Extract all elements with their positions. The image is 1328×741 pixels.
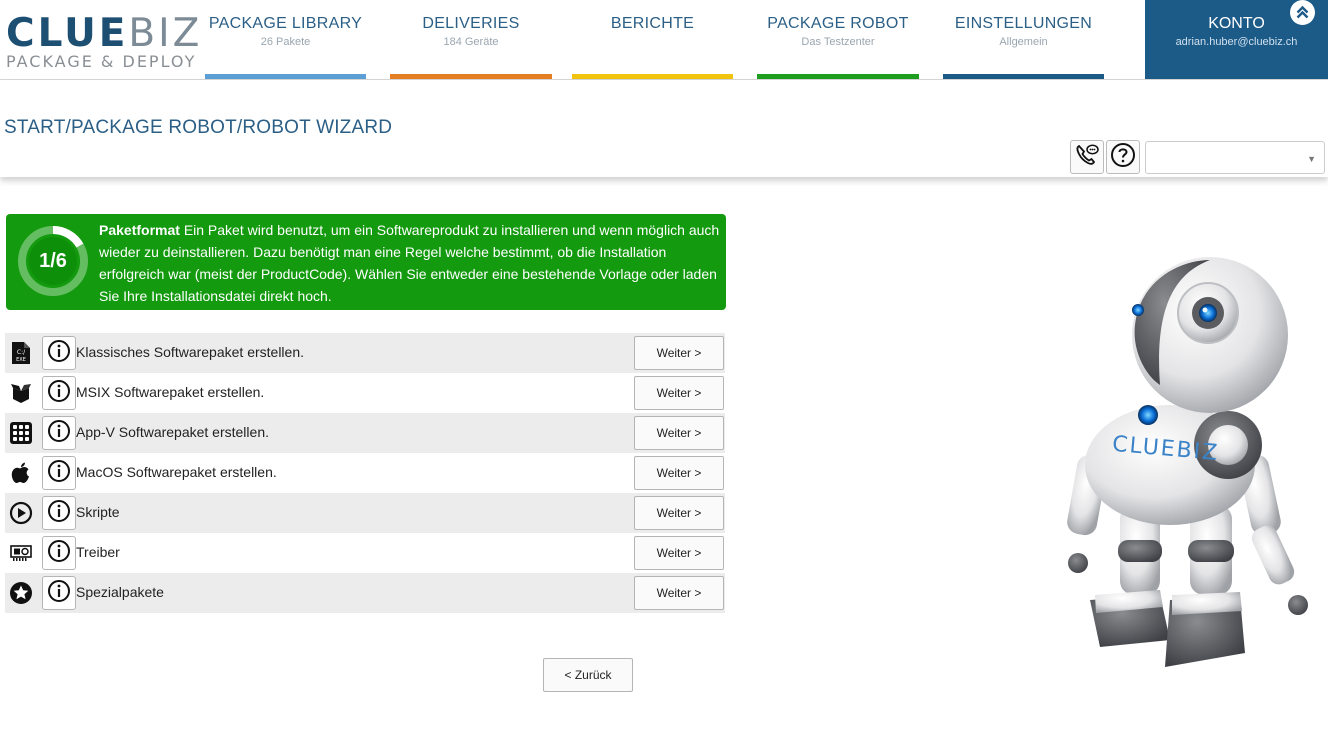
breadcrumb-bar: START/PACKAGE ROBOT/ROBOT WIZARD ▼ xyxy=(0,80,1328,177)
option-label: Treiber xyxy=(76,544,120,560)
nav-package-robot[interactable]: PACKAGE ROBOT Das Testzenter xyxy=(757,0,919,79)
info-circle-icon xyxy=(47,579,71,608)
breadcrumb: START/PACKAGE ROBOT/ROBOT WIZARD xyxy=(4,117,393,138)
nav-label: BERICHTE xyxy=(610,15,695,32)
option-label: MSIX Softwarepaket erstellen. xyxy=(76,384,265,400)
info-circle-icon xyxy=(47,539,71,568)
weiter-button[interactable]: Weiter > xyxy=(634,456,724,490)
list-item: Skripte Weiter > xyxy=(5,493,725,533)
option-label: Klassisches Softwarepaket erstellen. xyxy=(76,344,304,360)
info-circle-icon xyxy=(47,459,71,488)
nav-color-bar xyxy=(943,74,1104,79)
weiter-button[interactable]: Weiter > xyxy=(634,376,724,410)
nav-konto[interactable]: KONTO adrian.huber@cluebiz.ch xyxy=(1145,0,1328,79)
info-circle-icon xyxy=(47,379,71,408)
list-item: MacOS Softwarepaket erstellen. Weiter > xyxy=(5,453,725,493)
weiter-button[interactable]: Weiter > xyxy=(634,496,724,530)
nav-sub: 26 Pakete xyxy=(260,36,311,48)
weiter-button[interactable]: Weiter > xyxy=(634,536,724,570)
info-button[interactable] xyxy=(42,536,76,570)
help-button[interactable] xyxy=(1106,140,1140,174)
account-email: adrian.huber@cluebiz.ch xyxy=(1175,36,1298,48)
nav-einstellungen[interactable]: EINSTELLUNGEN Allgemein xyxy=(943,0,1104,79)
svg-text:EXE: EXE xyxy=(16,357,26,363)
exe-file-icon: C:/EXE xyxy=(9,341,33,365)
nav-label: PACKAGE ROBOT xyxy=(767,15,909,32)
list-item: C:/EXE Klassisches Softwarepaket erstell… xyxy=(5,333,725,373)
logo-tagline: PACKAGE & DEPLOY xyxy=(6,52,197,71)
option-label: MacOS Softwarepaket erstellen. xyxy=(76,464,277,480)
logo-word-biz: BIZ xyxy=(128,11,203,56)
list-item: Treiber Weiter > xyxy=(5,533,725,573)
svg-text:C:/: C:/ xyxy=(17,349,26,356)
cluebiz-logo[interactable]: CLUEBIZ PACKAGE & DEPLOY xyxy=(6,11,199,74)
open-box-icon xyxy=(9,381,33,405)
info-button[interactable] xyxy=(42,496,76,530)
list-item: Spezialpakete Weiter > xyxy=(5,573,725,613)
step-description: Paketformat Ein Paket wird benutzt, um e… xyxy=(99,219,721,307)
apple-icon xyxy=(9,461,33,485)
step-counter: 1/6 xyxy=(39,250,67,272)
logo-word-clue: CLUE xyxy=(6,11,129,56)
step-text: Ein Paket wird benutzt, um ein Softwarep… xyxy=(99,222,720,304)
package-type-list: C:/EXE Klassisches Softwarepaket erstell… xyxy=(5,333,725,613)
nav-label: PACKAGE LIBRARY xyxy=(208,15,363,32)
info-button[interactable] xyxy=(42,576,76,610)
option-label: Skripte xyxy=(76,504,120,520)
info-circle-icon xyxy=(47,419,71,448)
support-call-button[interactable] xyxy=(1070,140,1104,174)
info-circle-icon xyxy=(47,499,71,528)
step-title: Paketformat xyxy=(99,222,180,238)
info-button[interactable] xyxy=(42,416,76,450)
nav-color-bar xyxy=(390,74,552,79)
nav-deliveries[interactable]: DELIVERIES 184 Geräte xyxy=(390,0,552,79)
top-navigation: CLUEBIZ PACKAGE & DEPLOY PACKAGE LIBRARY… xyxy=(0,0,1328,80)
phone-chat-icon xyxy=(1074,142,1100,173)
question-circle-icon xyxy=(1110,142,1136,173)
nav-label: EINSTELLUNGEN xyxy=(954,15,1093,32)
nav-sub: Das Testzenter xyxy=(801,36,875,48)
list-item: App-V Softwarepaket erstellen. Weiter > xyxy=(5,413,725,453)
info-button[interactable] xyxy=(42,376,76,410)
info-circle-icon xyxy=(47,339,71,368)
app-grid-icon xyxy=(9,421,33,445)
list-item: MSIX Softwarepaket erstellen. Weiter > xyxy=(5,373,725,413)
star-circle-icon xyxy=(9,581,33,605)
context-select[interactable]: ▼ xyxy=(1145,141,1325,174)
nav-package-library[interactable]: PACKAGE LIBRARY 26 Pakete xyxy=(205,0,366,79)
info-button[interactable] xyxy=(42,336,76,370)
weiter-button[interactable]: Weiter > xyxy=(634,336,724,370)
info-button[interactable] xyxy=(42,456,76,490)
play-circle-icon xyxy=(9,501,33,525)
nav-berichte[interactable]: BERICHTE xyxy=(572,0,733,79)
logo-wordmark: CLUEBIZ xyxy=(6,11,199,56)
weiter-button[interactable]: Weiter > xyxy=(634,416,724,450)
nav-sub: 184 Geräte xyxy=(443,36,499,48)
nav-sub: Allgemein xyxy=(999,36,1048,48)
caret-down-icon: ▼ xyxy=(1307,154,1316,164)
weiter-button[interactable]: Weiter > xyxy=(634,576,724,610)
nav-label: DELIVERIES xyxy=(422,15,520,32)
robot-mascot-illustration: CLUEBIZ xyxy=(1067,257,1308,667)
nav-color-bar xyxy=(205,74,366,79)
nav-color-bar xyxy=(757,74,919,79)
step-banner: 1/6 Paketformat Ein Paket wird benutzt, … xyxy=(6,214,726,310)
hardware-card-icon xyxy=(9,541,33,565)
nav-color-bar xyxy=(572,74,733,79)
back-button[interactable]: < Zurück xyxy=(543,658,633,692)
option-label: App-V Softwarepaket erstellen. xyxy=(76,424,269,440)
option-label: Spezialpakete xyxy=(76,584,164,600)
double-chevron-up-icon[interactable] xyxy=(1290,0,1315,25)
